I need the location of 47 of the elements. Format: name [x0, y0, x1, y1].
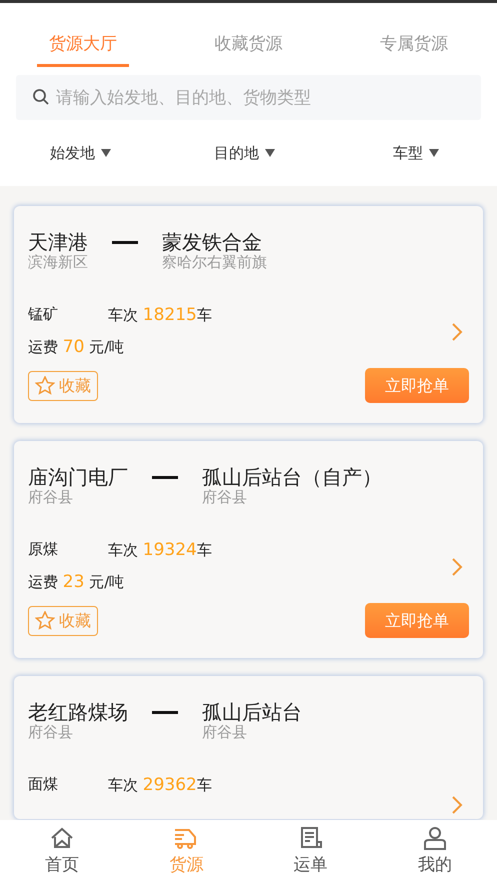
tab[interactable]: 收藏货源 — [202, 25, 294, 67]
cargo-type: 原煤 — [28, 539, 59, 560]
chevron-right-icon[interactable] — [451, 322, 463, 342]
caret-icon — [101, 149, 111, 157]
freight-rate: 运费 70 元/吨 — [28, 336, 124, 358]
chevron-right-icon[interactable] — [451, 556, 463, 576]
destination-name: 孤山后站台（自产） — [202, 465, 382, 489]
origin-area: 府谷县 — [28, 489, 128, 505]
favorite-button[interactable]: 收藏 — [28, 606, 98, 636]
search-icon — [32, 88, 50, 106]
origin-area: 滨海新区 — [28, 254, 88, 270]
trip-count: 车次 18215车 — [108, 304, 212, 327]
grab-order-button[interactable]: 立即抢单 — [365, 603, 469, 638]
tab[interactable]: 专属货源 — [368, 25, 460, 67]
trip-count: 车次 29362车 — [108, 774, 212, 797]
search-field[interactable]: 请输入始发地、目的地、货物类型 — [16, 75, 481, 120]
filter-dropdown[interactable]: 车型 — [393, 142, 440, 164]
origin-name: 天津港 — [28, 230, 88, 254]
nav-tab[interactable]: 货源 — [124, 820, 248, 883]
tab[interactable]: 货源大厅 — [36, 25, 129, 67]
grab-order-button[interactable]: 立即抢单 — [365, 368, 469, 403]
freight-rate: 运费 23 元/吨 — [28, 570, 124, 594]
destination-name: 孤山后站台 — [202, 700, 302, 724]
chevron-right-icon[interactable] — [451, 794, 463, 814]
route-dash — [152, 711, 178, 714]
star-icon — [35, 376, 55, 395]
favorite-button[interactable]: 收藏 — [28, 370, 98, 400]
nav-tab[interactable]: 首页 — [0, 820, 124, 883]
trip-count: 车次 19324车 — [108, 539, 212, 562]
route-dash — [152, 476, 178, 479]
route-dash — [112, 241, 138, 244]
nav-tab[interactable]: 运单 — [248, 820, 373, 883]
origin-name: 老红路煤场 — [28, 700, 128, 724]
destination-area: 府谷县 — [202, 489, 382, 505]
filter-dropdown[interactable]: 始发地 — [50, 142, 111, 164]
destination-area: 府谷县 — [202, 724, 302, 740]
destination-area: 察哈尔右翼前旗 — [162, 254, 267, 270]
caret-icon — [265, 149, 275, 157]
cargo-type: 面煤 — [28, 774, 59, 795]
destination-name: 蒙发铁合金 — [162, 230, 263, 254]
origin-area: 府谷县 — [28, 724, 128, 740]
nav-tab[interactable]: 我的 — [372, 820, 497, 883]
cargo-type: 锰矿 — [28, 304, 59, 325]
star-icon — [35, 611, 55, 630]
caret-icon — [429, 149, 440, 157]
origin-name: 庙沟门电厂 — [28, 465, 128, 489]
filter-dropdown[interactable]: 目的地 — [214, 142, 275, 164]
